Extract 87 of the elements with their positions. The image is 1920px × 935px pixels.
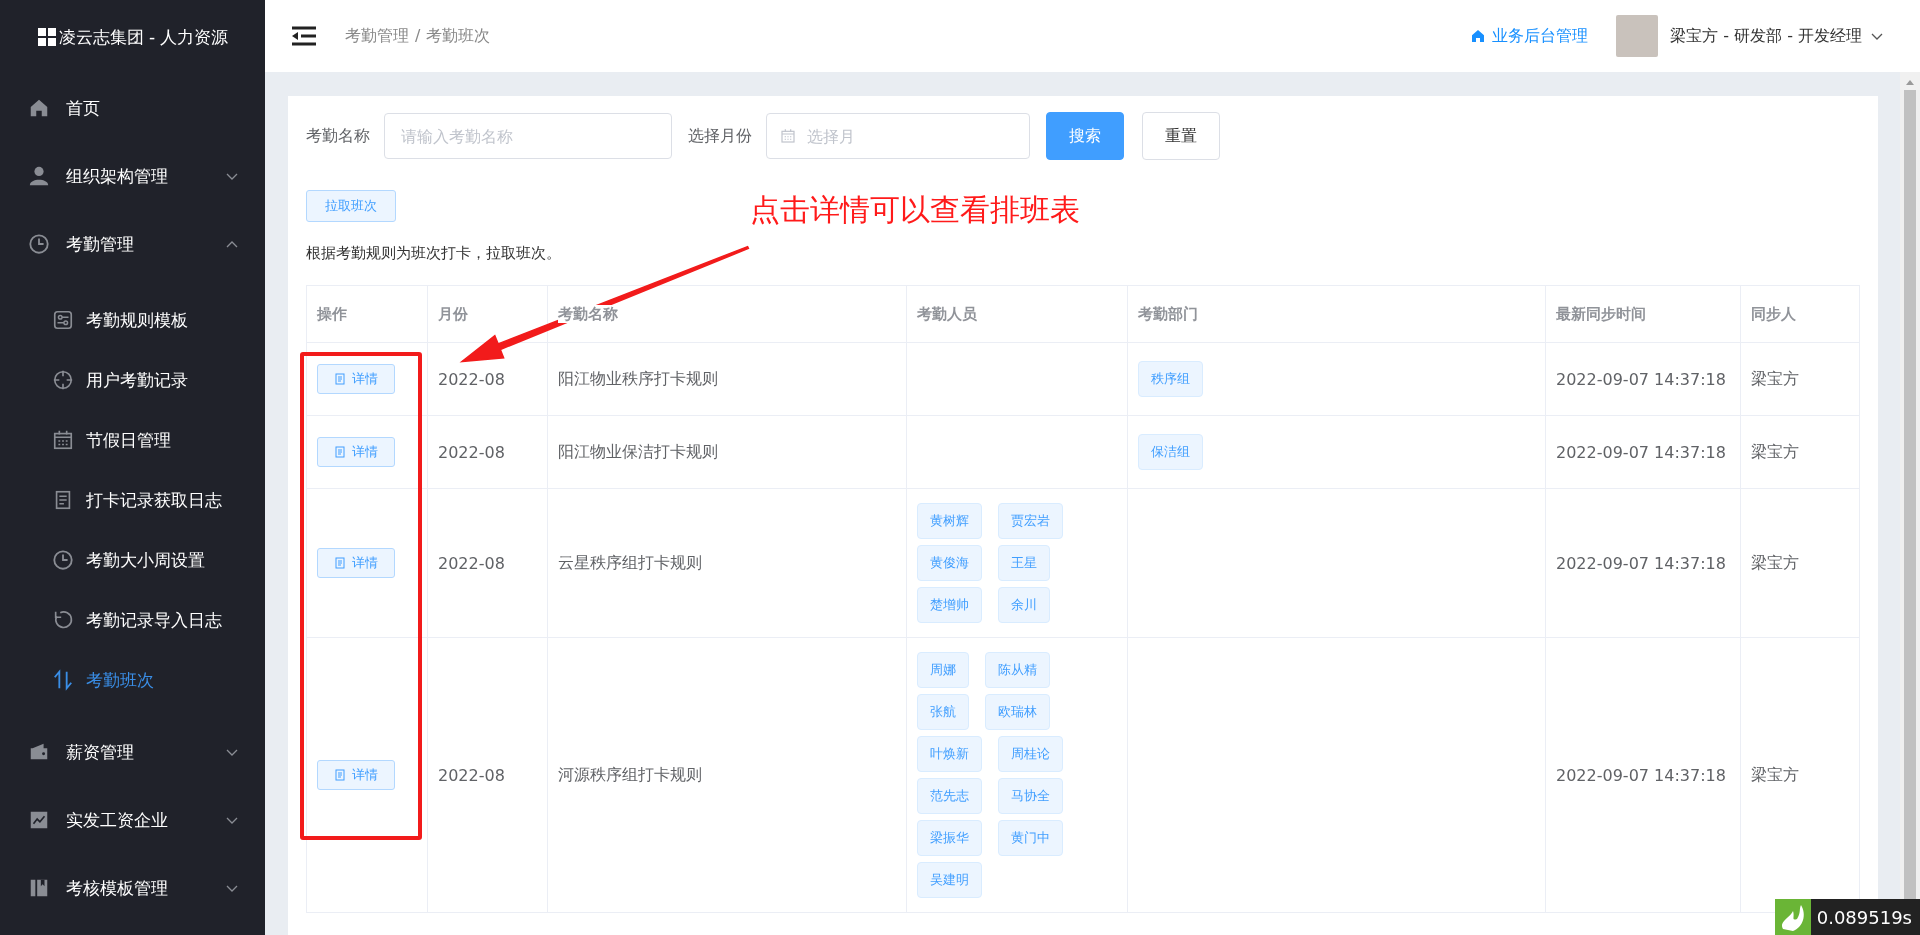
sidebar-item[interactable]: 组织架构管理 [0,142,265,210]
avatar-photo-placeholder[interactable] [1616,15,1659,57]
person-tag: 陈从精 [985,652,1050,688]
annotation-text: 点击详情可以查看排班表 [750,191,1080,229]
home-icon [1470,28,1487,44]
document-icon [334,557,346,569]
scrollbar[interactable] [1900,72,1920,899]
column-header: 月份 [438,304,468,323]
breadcrumb-item[interactable]: 考勤管理 [345,25,409,47]
person-tag: 贾宏岩 [998,503,1063,539]
column-header: 考勤名称 [558,304,618,323]
clock-icon [52,549,74,571]
table-cell: 阳江物业保洁打卡规则 [547,415,907,489]
table-cell: 2022-09-07 14:37:18 [1545,415,1741,489]
sidebar-subitem[interactable]: 考勤规则模板 [0,290,265,350]
clock-icon [28,233,50,255]
person-tag: 楚增帅 [917,587,982,623]
table-cell: 梁宝方 [1740,488,1860,638]
hint-text: 根据考勤规则为班次打卡，拉取班次。 [306,244,562,263]
table-cell: 梁宝方 [1740,342,1860,416]
table-cell: 河源秩序组打卡规则 [547,637,907,913]
field-label: 考勤名称 [306,125,370,147]
person-tag: 周桂论 [998,736,1063,772]
home-icon [28,97,50,119]
table-cell: 云星秩序组打卡规则 [547,488,907,638]
sidebar-subitem[interactable]: 用户考勤记录 [0,350,265,410]
column-header: 同步人 [1751,304,1796,323]
grid-logo-icon [36,27,57,47]
name-input-field[interactable]: 请输入考勤名称 [384,113,672,159]
sidebar-item[interactable]: 考核模板管理 [0,854,265,922]
sliders-icon [52,309,74,331]
column-header: 考勤部门 [1138,304,1198,323]
app-title: 凌云志集团 - 人力资源 [58,25,229,49]
person-tag: 王星 [998,545,1050,581]
breadcrumb-separator: / [415,25,421,47]
table-cell: 阳江物业秩序打卡规则 [547,342,907,416]
person-tag: 吴建明 [917,862,982,898]
menu-icon[interactable] [291,25,317,47]
chart-icon [28,809,50,831]
person-tag: 黄俊海 [917,545,982,581]
table-cell: 2022-08 [427,637,548,913]
document-icon [334,373,346,385]
swap-arrows-icon [52,669,74,691]
scroll-up-icon[interactable] [1905,78,1915,86]
sidebar-subitem[interactable]: 考勤班次 [0,650,265,710]
person-tag: 范先志 [917,778,982,814]
user-menu[interactable]: 梁宝方 - 研发部 - 开发经理 [1670,25,1884,47]
sidebar-subitem[interactable]: 打卡记录获取日志 [0,470,265,530]
table-cell: 2022-08 [427,415,548,489]
person-tag: 周娜 [917,652,969,688]
sidebar-item[interactable]: 实发工资企业 [0,786,265,854]
person-tag: 黄树辉 [917,503,982,539]
table-cell: 2022-09-07 14:37:18 [1545,342,1741,416]
breadcrumb-item: 考勤班次 [426,25,491,47]
person-tag: 张航 [917,694,969,730]
user-icon [28,165,50,187]
person-tag: 余川 [998,587,1050,623]
table-cell: 2022-08 [427,488,548,638]
calendar-icon [780,128,796,144]
sidebar-subitem[interactable]: 考勤大小周设置 [0,530,265,590]
department-tag: 保洁组 [1138,434,1203,470]
sidebar-subitem[interactable]: 节假日管理 [0,410,265,470]
sidebar-item[interactable]: 薪资管理 [0,718,265,786]
table-cell: 梁宝方 [1740,415,1860,489]
reset-button[interactable]: 重置 [1142,112,1220,160]
table-cell: 2022-09-07 14:37:18 [1545,488,1741,638]
person-tag: 黄门中 [998,820,1063,856]
person-tag: 梁振华 [917,820,982,856]
document-icon [334,769,346,781]
department-tag: 秩序组 [1138,361,1203,397]
sidebar-item[interactable]: 考勤管理 [0,210,265,278]
sidebar-item[interactable]: 首页 [0,74,265,142]
field-label: 选择月份 [688,125,752,147]
document-icon [334,446,346,458]
person-tag: 欧瑞林 [985,694,1050,730]
column-header: 操作 [317,304,347,323]
column-header: 考勤人员 [917,304,977,323]
person-tag: 马协全 [998,778,1063,814]
sidebar-subitem[interactable]: 考勤记录导入日志 [0,590,265,650]
column-header: 最新同步时间 [1556,304,1646,323]
person-tag: 叶焕新 [917,736,982,772]
month-picker-field[interactable]: 选择月 [766,113,1030,159]
calendar-icon [52,429,74,451]
refresh-icon [52,609,74,631]
book-icon [28,877,50,899]
table-cell: 2022-09-07 14:37:18 [1545,637,1741,913]
crosshair-icon [52,369,74,391]
